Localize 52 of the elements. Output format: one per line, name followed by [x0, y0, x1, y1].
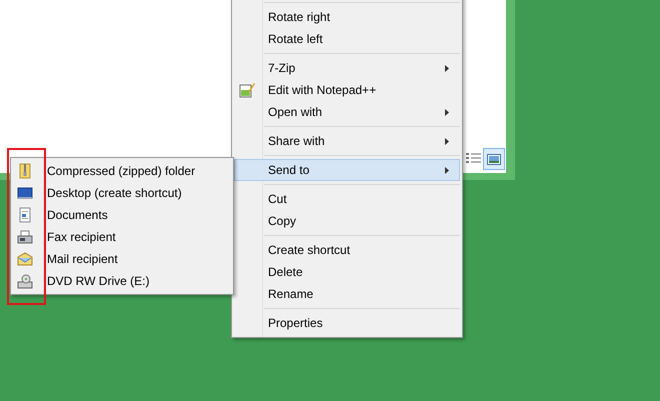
menu-item[interactable]: Copy — [234, 210, 460, 232]
submenu-item[interactable]: Desktop (create shortcut) — [13, 182, 231, 204]
submenu-item[interactable]: Mail recipient — [13, 248, 231, 270]
dvd-drive-icon — [17, 273, 33, 289]
menu-item-label: Properties — [268, 315, 324, 332]
menu-item[interactable]: 7-Zip — [234, 57, 460, 79]
menu-item[interactable]: Create shortcut — [234, 239, 460, 261]
submenu-item-label: Documents — [47, 207, 108, 224]
menu-item-label: Copy — [268, 213, 298, 230]
menu-item[interactable]: Edit with Notepad++ — [234, 79, 460, 101]
desktop-icon — [17, 185, 33, 201]
submenu-item-label: Desktop (create shortcut) — [47, 185, 182, 202]
menu-item[interactable]: Properties — [234, 312, 460, 334]
picture-icon — [487, 154, 501, 164]
menu-item-label: Rotate left — [268, 31, 324, 48]
menu-item-label: Edit with Notepad++ — [268, 82, 378, 99]
menu-item[interactable]: Cut — [234, 188, 460, 210]
details-view-icon[interactable] — [466, 152, 482, 164]
menu-item[interactable]: Open with — [234, 101, 460, 123]
submenu-arrow-icon — [445, 64, 449, 72]
menu-item[interactable]: Rotate right — [234, 6, 460, 28]
menu-item[interactable]: Rotate left — [234, 28, 460, 50]
fax-icon — [17, 229, 33, 245]
menu-item-label: Rename — [268, 286, 314, 303]
menu-item-label: 7-Zip — [268, 60, 296, 77]
submenu-arrow-icon — [445, 138, 449, 144]
menu-item-label: Send to — [268, 162, 310, 179]
submenu-item[interactable]: Fax recipient — [13, 226, 231, 248]
document-icon — [17, 207, 33, 223]
notepad-icon — [239, 82, 255, 98]
submenu-item-label: Mail recipient — [47, 251, 118, 268]
menu-item[interactable]: Delete — [234, 261, 460, 283]
menu-item[interactable]: Share with — [234, 130, 460, 152]
submenu-item[interactable]: Compressed (zipped) folder — [13, 160, 231, 182]
submenu-arrow-icon — [445, 166, 449, 174]
submenu-item[interactable]: Documents — [13, 204, 231, 226]
menu-item-label: Share with — [268, 133, 326, 150]
submenu-item[interactable]: DVD RW Drive (E:) — [13, 270, 231, 292]
submenu-arrow-icon — [445, 108, 449, 116]
menu-item[interactable]: Rename — [234, 283, 460, 305]
zipped-folder-icon — [17, 163, 33, 179]
menu-item[interactable]: Send to — [234, 159, 460, 181]
submenu-item-label: Fax recipient — [47, 229, 116, 246]
mail-icon — [17, 251, 33, 267]
menu-item-label: Cut — [268, 191, 288, 208]
large-icons-view-button[interactable] — [483, 148, 505, 170]
menu-item-label: Rotate right — [268, 9, 332, 26]
menu-item-label: Delete — [268, 264, 304, 281]
submenu-item-label: Compressed (zipped) folder — [47, 163, 196, 180]
menu-item-label: Create shortcut — [268, 242, 352, 259]
menu-item-label: Open with — [268, 104, 324, 121]
submenu-item-label: DVD RW Drive (E:) — [47, 273, 150, 290]
